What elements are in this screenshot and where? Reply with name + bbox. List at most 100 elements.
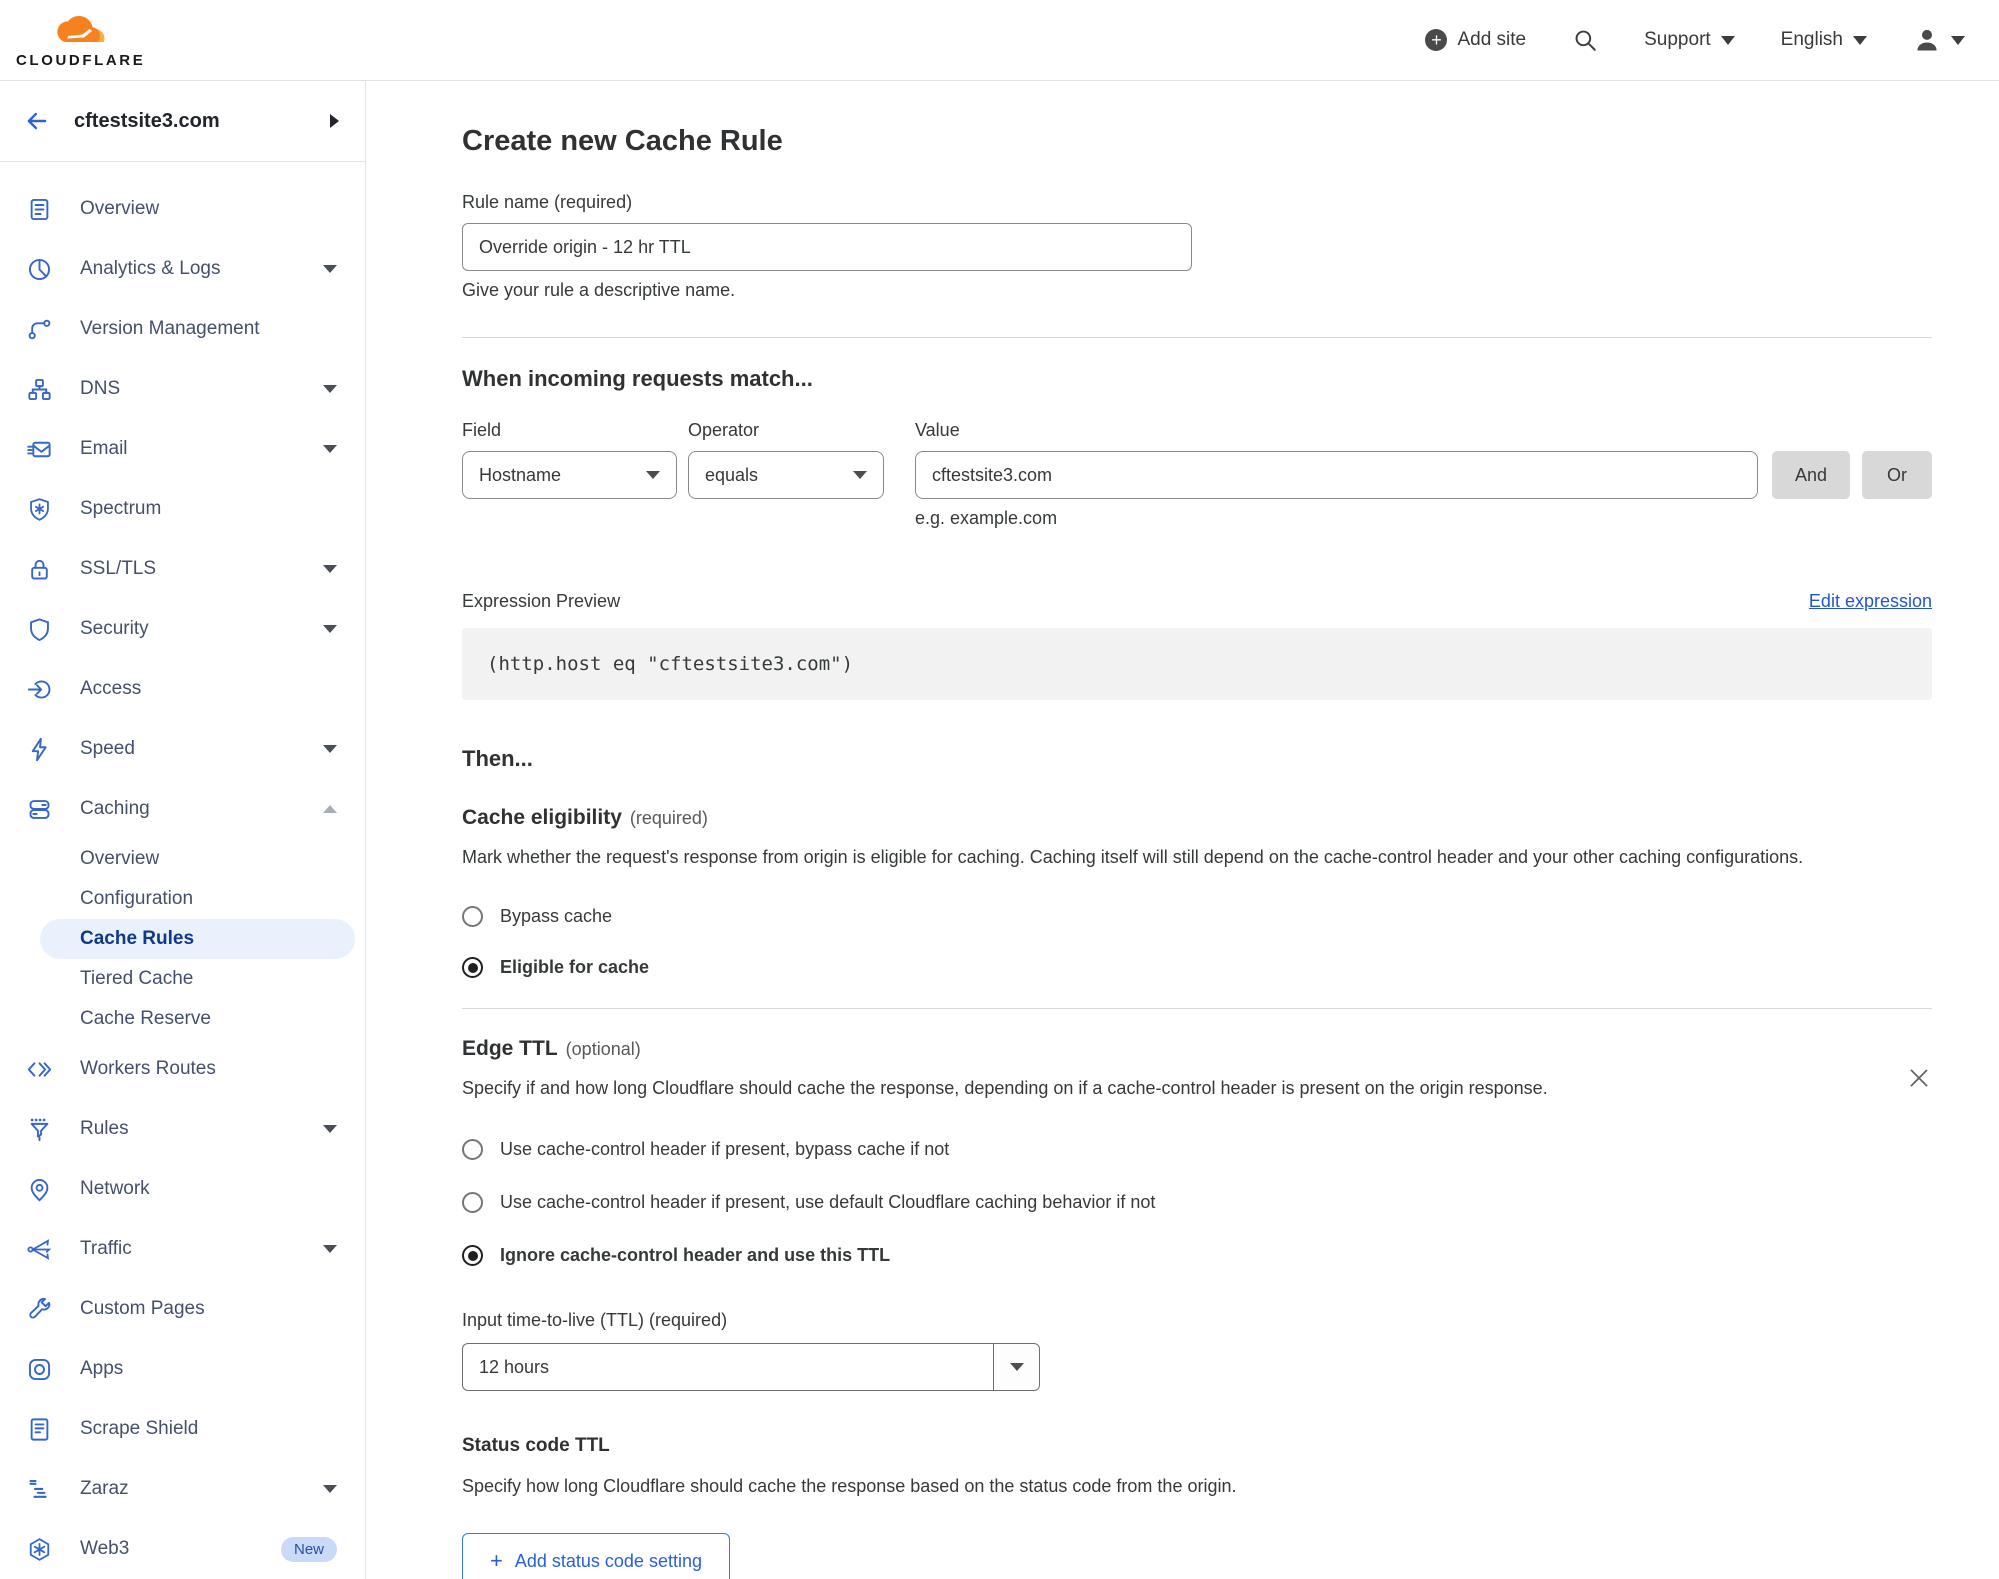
edit-expression-link[interactable]: Edit expression xyxy=(1809,591,1932,612)
status-code-ttl-heading: Status code TTL xyxy=(462,1435,610,1456)
or-button[interactable]: Or xyxy=(1862,451,1932,499)
add-status-code-button[interactable]: + Add status code setting xyxy=(462,1533,730,1579)
rule-name-label: Rule name (required) xyxy=(462,192,633,212)
then-heading: Then... xyxy=(462,746,533,771)
sidebar-subitem-tiered-cache[interactable]: Tiered Cache xyxy=(40,959,355,999)
sidebar-item-email[interactable]: Email xyxy=(0,419,365,479)
sidebar-item-security[interactable]: Security xyxy=(0,599,365,659)
section-divider xyxy=(462,1008,1932,1009)
site-switcher[interactable]: cftestsite3.com xyxy=(0,81,365,162)
rule-name-input[interactable] xyxy=(462,223,1192,271)
close-icon[interactable] xyxy=(1906,1065,1932,1091)
value-input[interactable] xyxy=(915,451,1758,499)
sidebar-item-custom-pages[interactable]: Custom Pages xyxy=(0,1279,365,1339)
operator-label: Operator xyxy=(688,420,760,440)
sidebar-item-caching[interactable]: Caching xyxy=(0,779,365,839)
radio-cache-control-default[interactable]: Use cache-control header if present, use… xyxy=(462,1192,1932,1213)
language-menu[interactable]: English xyxy=(1781,29,1867,51)
sidebar-item-traffic[interactable]: Traffic xyxy=(0,1219,365,1279)
chevron-up-icon xyxy=(323,805,337,813)
chevron-down-icon xyxy=(323,385,337,393)
chevron-down-icon xyxy=(1853,35,1867,45)
rule-name-help: Give your rule a descriptive name. xyxy=(462,280,736,300)
chevron-down-icon xyxy=(1720,35,1735,45)
sidebar-subitem-cache-rules[interactable]: Cache Rules xyxy=(40,919,355,959)
field-label: Field xyxy=(462,420,502,440)
support-menu[interactable]: Support xyxy=(1644,29,1735,51)
radio-icon[interactable] xyxy=(462,1139,483,1160)
app-box-icon xyxy=(26,1356,53,1383)
match-heading: When incoming requests match... xyxy=(462,366,813,391)
search-icon[interactable] xyxy=(1572,27,1598,53)
user-icon xyxy=(1917,29,1937,51)
value-help: e.g. example.com xyxy=(915,508,1058,528)
required-qualifier: (required) xyxy=(629,808,708,828)
plus-circle-icon: + xyxy=(1425,29,1448,51)
shield-asterisk-icon xyxy=(26,496,53,523)
edge-ttl-heading: Edge TTL (optional) xyxy=(462,1037,641,1060)
sidebar-nav: Overview Analytics & Logs Version Manage… xyxy=(0,162,365,1579)
cache-eligibility-description: Mark whether the request's response from… xyxy=(462,847,1804,867)
sidebar-item-access[interactable]: Access xyxy=(0,659,365,719)
sidebar-subitem-cache-reserve[interactable]: Cache Reserve xyxy=(40,999,355,1039)
sidebar-item-web3[interactable]: Web3 New xyxy=(0,1519,365,1579)
clipboard-icon xyxy=(26,196,53,223)
stacked-bars-icon xyxy=(26,1476,53,1503)
select-arrow-segment[interactable] xyxy=(993,1344,1039,1390)
radio-icon[interactable] xyxy=(462,1192,483,1213)
cloudflare-wordmark: CLOUDFLARE xyxy=(16,51,146,69)
cloudflare-logo[interactable]: CLOUDFLARE xyxy=(16,12,145,69)
chevron-down-icon xyxy=(323,745,337,753)
add-site-button[interactable]: + Add site xyxy=(1425,29,1526,51)
main-content: Create new Cache Rule Rule name (require… xyxy=(367,81,1999,1579)
ttl-label: Input time-to-live (TTL) (required) xyxy=(462,1310,728,1330)
section-divider xyxy=(462,337,1932,338)
git-branch-icon xyxy=(26,316,53,343)
sidebar-item-zaraz[interactable]: Zaraz xyxy=(0,1459,365,1519)
sidebar-item-workers-routes[interactable]: Workers Routes xyxy=(0,1039,365,1099)
sidebar-subitem-configuration[interactable]: Configuration xyxy=(40,879,355,919)
sidebar-subitem-caching-overview[interactable]: Overview xyxy=(40,839,355,879)
field-select[interactable]: Hostname xyxy=(462,451,677,499)
sidebar: cftestsite3.com Overview Analytics & Log… xyxy=(0,81,366,1579)
edge-ttl-section: Edge TTL (optional) Specify if and how lo… xyxy=(462,1037,1932,1579)
account-menu[interactable] xyxy=(1913,26,1965,54)
chevron-down-icon xyxy=(1009,1363,1024,1371)
sidebar-item-apps[interactable]: Apps xyxy=(0,1339,365,1399)
back-arrow-icon[interactable] xyxy=(24,108,50,134)
sidebar-item-network[interactable]: Network xyxy=(0,1159,365,1219)
radio-bypass-cache[interactable]: Bypass cache xyxy=(462,906,1932,927)
sidebar-item-rules[interactable]: Rules xyxy=(0,1099,365,1159)
sidebar-item-overview[interactable]: Overview xyxy=(0,179,365,239)
sidebar-item-dns[interactable]: DNS xyxy=(0,359,365,419)
caching-submenu: Overview Configuration Cache Rules Tiere… xyxy=(0,839,365,1039)
sidebar-item-spectrum[interactable]: Spectrum xyxy=(0,479,365,539)
and-button[interactable]: And xyxy=(1772,451,1850,499)
radio-icon-selected[interactable] xyxy=(462,1245,483,1266)
radio-icon-selected[interactable] xyxy=(462,957,483,978)
chevron-down-icon xyxy=(323,1125,337,1133)
chevron-down-icon xyxy=(323,625,337,633)
sidebar-item-analytics-logs[interactable]: Analytics & Logs xyxy=(0,239,365,299)
radio-eligible-for-cache[interactable]: Eligible for cache xyxy=(462,957,1932,978)
optional-qualifier: (optional) xyxy=(565,1039,641,1059)
plus-icon: + xyxy=(490,1548,503,1573)
page-title: Create new Cache Rule xyxy=(462,125,783,157)
expression-preview-label: Expression Preview xyxy=(462,591,621,611)
sidebar-item-ssl-tls[interactable]: SSL/TLS xyxy=(0,539,365,599)
sidebar-item-version-management[interactable]: Version Management xyxy=(0,299,365,359)
radio-ignore-cache-control[interactable]: Ignore cache-control header and use this… xyxy=(462,1245,1932,1266)
chevron-down-icon xyxy=(323,265,337,273)
radio-cache-control-bypass[interactable]: Use cache-control header if present, byp… xyxy=(462,1139,1932,1160)
sidebar-item-scrape-shield[interactable]: Scrape Shield xyxy=(0,1399,365,1459)
ttl-select[interactable]: 12 hours xyxy=(462,1343,1040,1391)
filter-icon xyxy=(26,1116,53,1143)
radio-icon[interactable] xyxy=(462,906,483,927)
sidebar-item-speed[interactable]: Speed xyxy=(0,719,365,779)
cloudflare-cloud-icon xyxy=(57,15,105,42)
share-network-icon xyxy=(26,1236,53,1263)
code-brackets-icon xyxy=(26,1056,53,1083)
wrench-icon xyxy=(26,1296,53,1323)
operator-select[interactable]: equals xyxy=(688,451,884,499)
site-expand-icon[interactable] xyxy=(330,114,339,128)
